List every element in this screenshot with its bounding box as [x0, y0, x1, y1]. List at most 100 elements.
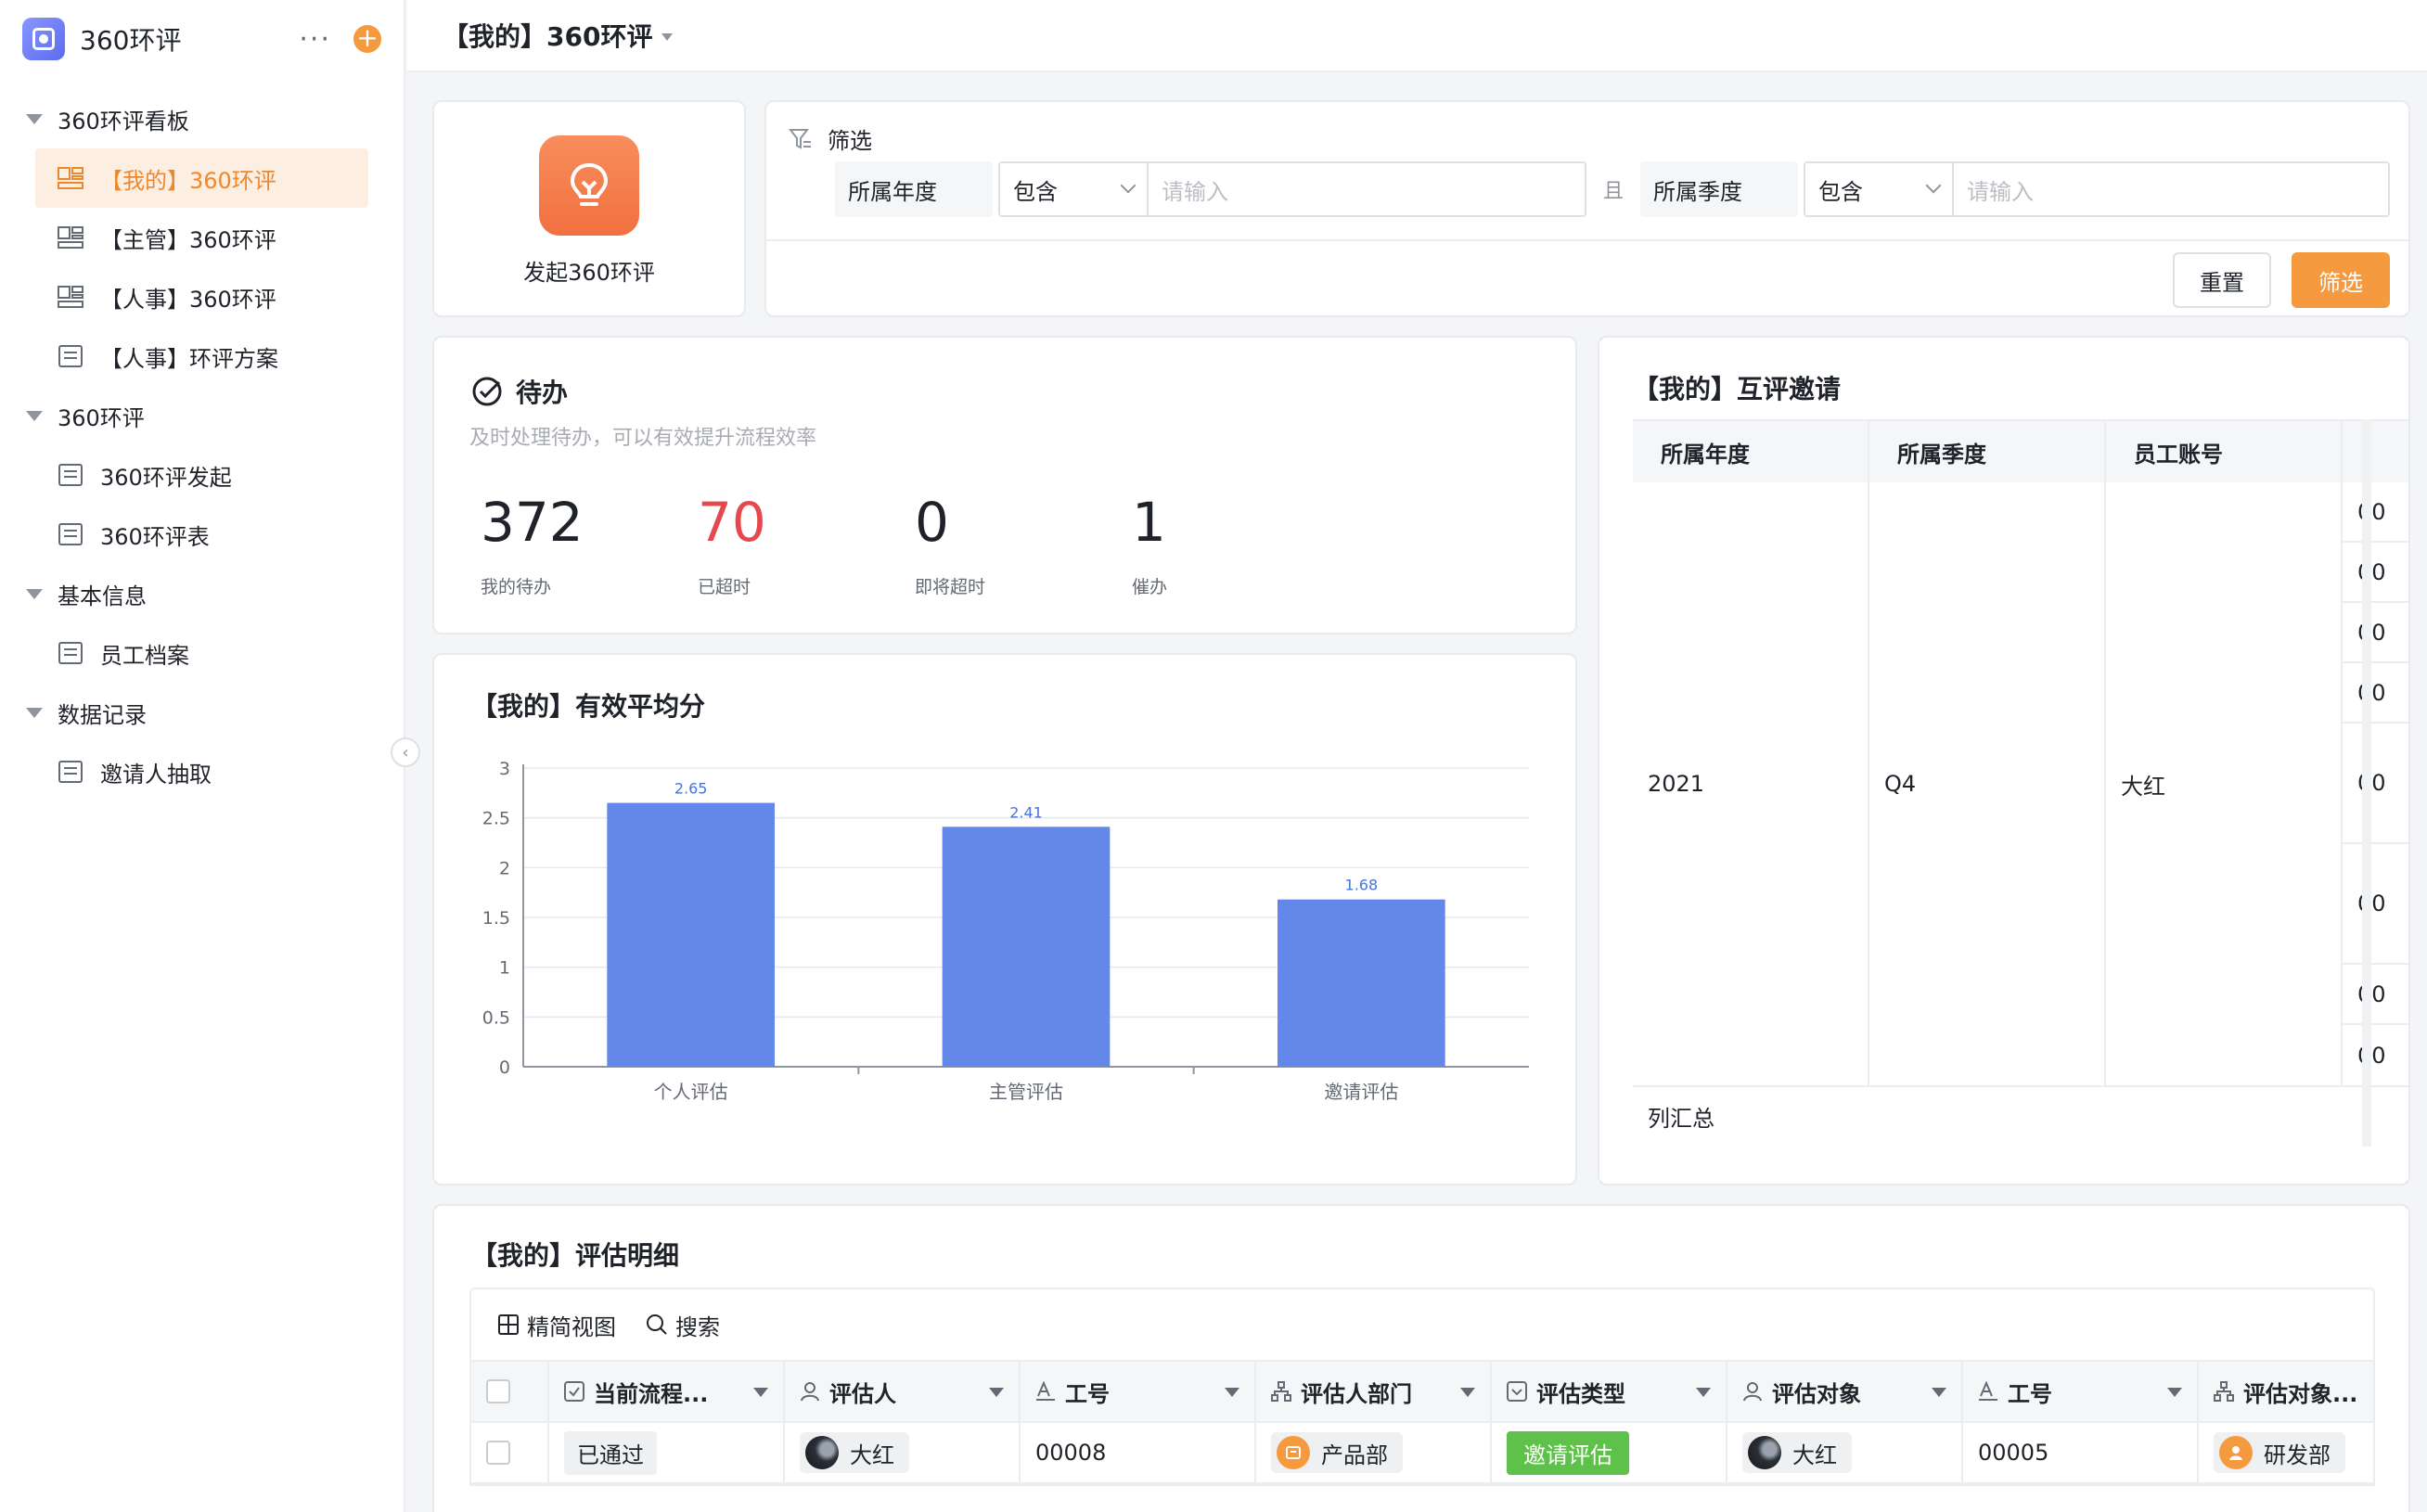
chevron-left-icon: ‹	[402, 742, 409, 762]
cell-target-dept[interactable]: 研发部	[2199, 1423, 2373, 1482]
data-label: 2.65	[674, 780, 708, 798]
caret-down-icon[interactable]	[989, 1388, 1004, 1397]
cell-sub[interactable]: 00	[2343, 663, 2408, 724]
person-icon	[1742, 1381, 1763, 1402]
column-header-evaluator[interactable]: 评估人	[785, 1362, 1021, 1421]
app-header: 360环评 ··· +	[0, 0, 404, 78]
cell-evaluator-id[interactable]: 00008	[1021, 1423, 1256, 1482]
column-header-target[interactable]: 评估对象	[1727, 1362, 1963, 1421]
collapse-sidebar-button[interactable]: ‹	[391, 737, 420, 767]
sidebar-item-hr-plan[interactable]: 【人事】环评方案	[35, 327, 368, 386]
cell-sub[interactable]: 00	[2343, 482, 2408, 543]
table-body: 2021 Q4 大红 00 00 00 00 00 00 00 00	[1633, 482, 2408, 1085]
y-tick-label: 1	[499, 958, 510, 979]
column-header-target-id[interactable]: 工号	[1963, 1362, 2199, 1421]
caret-down-icon[interactable]	[2167, 1388, 2182, 1397]
filter-icon	[789, 128, 811, 149]
sidebar-item-label: 【人事】环评方案	[100, 345, 278, 372]
filter-input-quarter[interactable]: 请输入	[1954, 161, 2391, 217]
cell-evaluator-dept[interactable]: 产品部	[1256, 1423, 1492, 1482]
filter-operator-year[interactable]: 包含	[998, 161, 1149, 217]
row-checkbox[interactable]	[486, 1441, 510, 1465]
cell-evaluator[interactable]: 大红	[785, 1423, 1021, 1482]
launch-360-card[interactable]: 发起360环评	[432, 100, 746, 317]
table-header: 所属年度 所属季度 员工账号	[1633, 421, 2408, 482]
cell-account[interactable]: 大红	[2106, 482, 2343, 1085]
filter-input-year[interactable]: 请输入	[1149, 161, 1586, 217]
sidebar-item-my-360[interactable]: 【我的】360环评	[35, 148, 368, 208]
cell-status[interactable]: 已通过	[549, 1423, 785, 1482]
filter-button[interactable]: 筛选	[2292, 252, 2390, 308]
data-label: 2.41	[1009, 803, 1043, 821]
stat-label: 即将超时	[915, 577, 986, 597]
search-icon	[647, 1314, 667, 1335]
column-header-evaluator-id[interactable]: 工号	[1021, 1362, 1256, 1421]
stat-urge[interactable]: 1 催办	[1132, 495, 1167, 598]
sidebar-group-360[interactable]: 360环评	[0, 386, 404, 445]
cell-sub[interactable]: 00	[2343, 543, 2408, 603]
user-name: 大红	[1792, 1442, 1837, 1468]
column-header-evaluator-dept[interactable]: 评估人部门	[1256, 1362, 1492, 1421]
sidebar-nav: 360环评看板 【我的】360环评 【主管】360环评 【人事】360环评 【人…	[0, 78, 404, 801]
launch-label: 发起360环评	[523, 260, 655, 286]
cell-sub[interactable]: 00	[2343, 965, 2408, 1025]
dashboard-icon	[58, 167, 83, 189]
avg-score-chart: 0 0.5 1 1.5 2 2.5 3 2.65 个人评估 2.41 主管评估 1.68 邀请评估	[482, 759, 1529, 1103]
cell-quarter[interactable]: Q4	[1869, 482, 2106, 1085]
avg-score-card: 【我的】有效平均分 0 0.5 1 1.5 2 2.5 3 2.65 个人评估 2.41 主管评估 1…	[432, 653, 1577, 1185]
page-title[interactable]: 【我的】360环评	[443, 17, 652, 54]
cell-year[interactable]: 2021	[1633, 482, 1869, 1085]
sidebar-item-employee[interactable]: 员工档案	[35, 623, 368, 683]
cell-sub[interactable]: 00	[2343, 844, 2408, 965]
column-header-year[interactable]: 所属年度	[1633, 421, 1869, 482]
column-header-quarter[interactable]: 所属季度	[1869, 421, 2106, 482]
cell-target-id[interactable]: 00005	[1963, 1423, 2199, 1482]
person-icon	[800, 1381, 820, 1402]
select-all-checkbox[interactable]	[486, 1379, 510, 1403]
cell-target[interactable]: 大红	[1727, 1423, 1963, 1482]
stat-overdue[interactable]: 70 已超时	[698, 495, 766, 598]
x-tick-label: 邀请评估	[1324, 1081, 1398, 1103]
sidebar-item-manager-360[interactable]: 【主管】360环评	[35, 208, 368, 267]
sidebar-item-360-launch[interactable]: 360环评发起	[35, 445, 368, 505]
column-summary: 列汇总	[1633, 1085, 2408, 1145]
search-button[interactable]: 搜索	[646, 1309, 720, 1341]
detail-table: 当前流程... 评估人 工号 评估人部门 评估类型 评估对象 工号 评估对象..…	[469, 1360, 2375, 1486]
column-header-target-dept[interactable]: 评估对象...	[2199, 1362, 2373, 1421]
caret-down-icon[interactable]	[1932, 1388, 1946, 1397]
cell-sub[interactable]: 00	[2343, 603, 2408, 663]
add-icon[interactable]: +	[353, 25, 381, 53]
sidebar-item-hr-360[interactable]: 【人事】360环评	[35, 267, 368, 327]
sidebar-group-dashboard[interactable]: 360环评看板	[0, 89, 404, 148]
form-icon	[58, 464, 83, 486]
reset-button[interactable]: 重置	[2173, 252, 2271, 308]
form-icon	[58, 761, 83, 783]
cell-type[interactable]: 邀请评估	[1492, 1423, 1727, 1482]
caret-down-icon[interactable]	[1225, 1388, 1239, 1397]
sidebar-group-basic[interactable]: 基本信息	[0, 564, 404, 623]
sidebar-item-invitee[interactable]: 邀请人抽取	[35, 742, 368, 801]
table-row[interactable]: 已通过 大红 00008 产品部 邀请评估 大红 00005 研发部	[471, 1423, 2373, 1484]
sidebar-item-360-table[interactable]: 360环评表	[35, 505, 368, 564]
cell-sub[interactable]: 00	[2343, 1025, 2408, 1085]
sidebar-item-label: 【人事】360环评	[100, 286, 276, 313]
stat-due-soon[interactable]: 0 即将超时	[915, 495, 985, 598]
more-icon[interactable]: ···	[299, 23, 331, 56]
compact-view-button[interactable]: 精简视图	[497, 1309, 616, 1341]
stat-my-todo[interactable]: 372 我的待办	[481, 495, 584, 598]
cell-sub[interactable]: 00	[2343, 724, 2408, 844]
column-header-account[interactable]: 员工账号	[2106, 421, 2343, 482]
checkbox-field-icon	[564, 1381, 584, 1402]
caret-down-icon[interactable]	[1460, 1388, 1475, 1397]
caret-down-icon[interactable]	[753, 1388, 768, 1397]
sidebar-group-records[interactable]: 数据记录	[0, 683, 404, 742]
caret-down-icon[interactable]	[1696, 1388, 1711, 1397]
column-header-type[interactable]: 评估类型	[1492, 1362, 1727, 1421]
dept-name: 研发部	[2264, 1442, 2331, 1468]
vertical-scrollbar[interactable]	[2362, 419, 2371, 1147]
filter-operator-quarter[interactable]: 包含	[1804, 161, 1955, 217]
type-tag: 邀请评估	[1507, 1430, 1629, 1475]
form-icon	[58, 523, 83, 545]
column-header-status[interactable]: 当前流程...	[549, 1362, 785, 1421]
caret-down-icon[interactable]	[661, 33, 674, 41]
